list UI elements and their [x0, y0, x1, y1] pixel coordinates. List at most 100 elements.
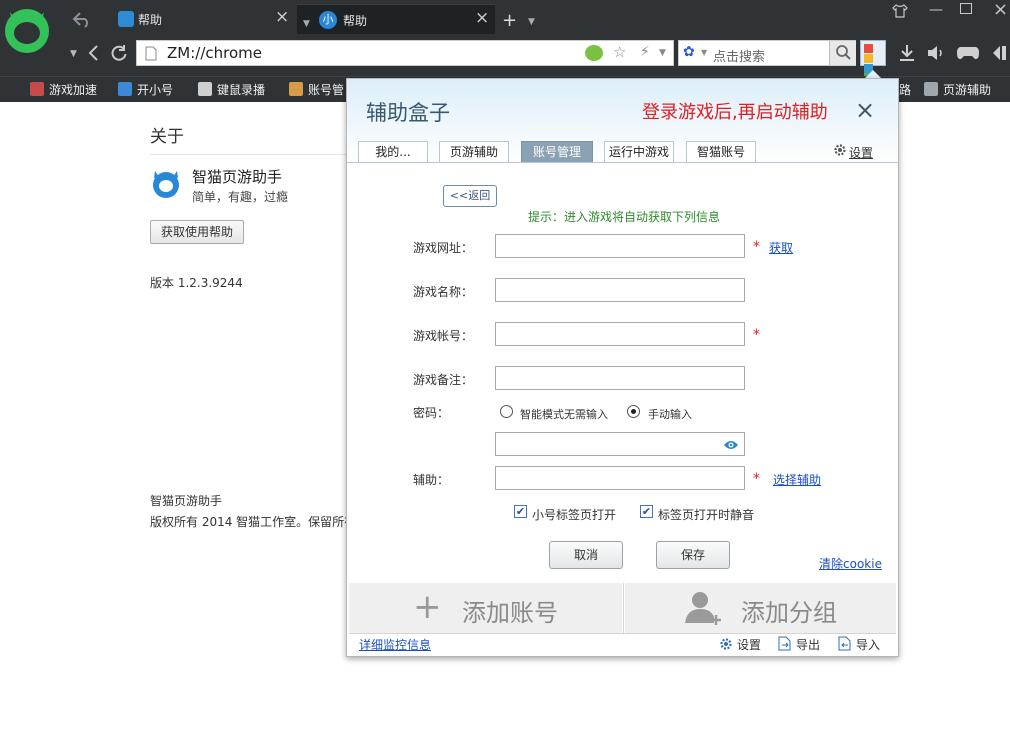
add-group-icon — [685, 592, 721, 625]
refresh-icon[interactable] — [110, 44, 128, 62]
skin-icon[interactable] — [892, 4, 908, 18]
rocket-icon — [30, 82, 44, 96]
back-history-icon[interactable] — [72, 10, 92, 28]
download-icon[interactable] — [898, 44, 916, 62]
plus-icon: + — [413, 587, 442, 627]
required-star: * — [753, 327, 760, 343]
password-label: 密码： — [413, 406, 450, 420]
select-assist-link[interactable]: 选择辅助 — [773, 471, 821, 488]
add-account-label: 添加账号 — [462, 599, 558, 627]
minimize-button[interactable]: — — [929, 2, 943, 18]
address-bar[interactable]: ZM://chrome ☆ ⚡ ▼ — [136, 40, 674, 66]
address-text[interactable]: ZM://chrome — [167, 44, 262, 62]
back-button[interactable]: <<返回 — [443, 185, 497, 207]
import-icon[interactable] — [838, 636, 852, 651]
copyright-text: 版权所有 2014 智猫工作室。保留所有 — [150, 515, 357, 529]
tab-favicon-icon — [118, 11, 134, 27]
smart-mode-label[interactable]: 智能模式无需输入 — [520, 406, 608, 422]
tab-help-1[interactable]: 帮助 × — [110, 4, 296, 34]
bookmark-account-manage[interactable]: 账号管 — [289, 81, 344, 99]
tab-my[interactable]: 我的... — [358, 141, 428, 163]
monitor-detail-link[interactable]: 详细监控信息 — [359, 636, 431, 653]
tab-help-2[interactable]: 小 帮助 × ▼ — [297, 4, 495, 34]
tab-close-icon[interactable]: × — [475, 8, 489, 28]
clear-cookie-link[interactable]: 清除cookie — [819, 555, 882, 572]
gear-icon[interactable] — [833, 143, 847, 157]
gamepad-icon[interactable] — [956, 45, 980, 61]
flash-icon[interactable]: ⚡ — [640, 44, 650, 60]
search-box[interactable]: ✿ ▼ 点击搜索 — [678, 40, 856, 66]
address-dropdown-icon[interactable]: ▼ — [659, 48, 666, 58]
tab-running-games[interactable]: 运行中游戏 — [604, 141, 674, 163]
fetch-link[interactable]: 获取 — [769, 239, 793, 256]
mute-on-open-label[interactable]: 标签页打开时静音 — [658, 506, 754, 523]
user-add-icon — [118, 82, 132, 96]
page-title: 关于 — [150, 127, 184, 147]
bookmark-input-recording[interactable]: 键鼠录播 — [198, 81, 265, 99]
footer-export[interactable]: 导出 — [796, 636, 820, 653]
tab-close-icon[interactable]: × — [275, 7, 289, 27]
game-account-input[interactable] — [495, 322, 745, 346]
version-text: 版本 1.2.3.9244 — [150, 276, 243, 290]
bookmark-partial-label[interactable]: 路 — [899, 81, 911, 99]
alt-account-tab-label[interactable]: 小号标签页打开 — [532, 506, 616, 523]
tab-strip-line — [347, 162, 898, 163]
tab-title: 帮助 — [343, 14, 368, 28]
game-note-input[interactable] — [495, 366, 745, 390]
export-icon[interactable] — [778, 636, 792, 651]
bookmark-open-alt-account[interactable]: 开小号 — [118, 81, 173, 99]
back-icon[interactable] — [86, 44, 102, 62]
get-help-button[interactable]: 获取使用帮助 — [150, 220, 244, 244]
add-divider — [623, 583, 624, 633]
eye-icon[interactable] — [723, 439, 739, 451]
popup-close-icon[interactable]: × — [855, 96, 875, 124]
search-button[interactable] — [829, 41, 856, 65]
sidebar-toggle-icon[interactable] — [990, 44, 1008, 62]
game-name-input[interactable] — [495, 278, 745, 302]
browser-logo-icon[interactable] — [2, 4, 52, 54]
password-input[interactable] — [495, 432, 745, 456]
tab-zhimao-account[interactable]: 智猫账号 — [686, 141, 756, 163]
footer-import[interactable]: 导入 — [856, 636, 880, 653]
checkbox-alt-account-tab[interactable]: ✔ — [514, 505, 527, 518]
popup-notice: 登录游戏后,再启动辅助 — [642, 102, 828, 123]
tab-account-manage[interactable]: 账号管理 — [521, 141, 593, 163]
manual-input-label[interactable]: 手动输入 — [648, 406, 692, 422]
clapper-icon — [198, 82, 212, 96]
add-account-button[interactable]: + 添加账号 — [349, 583, 622, 633]
cancel-button[interactable]: 取消 — [549, 541, 623, 569]
popup-header: 辅助盒子 登录游戏后,再启动辅助 × 我的... 页游辅助 账号管理 运行中游戏… — [347, 79, 898, 163]
browser-titlebar: 帮助 × 小 帮助 × ▼ + ▼ — × ▼ ZM://chrome ☆ ⚡ … — [0, 0, 1010, 82]
settings-link[interactable]: 设置 — [849, 144, 873, 161]
footer-settings[interactable]: 设置 — [737, 636, 761, 653]
tab-favicon-icon: 小 — [319, 11, 337, 29]
tab-dropdown-icon[interactable]: ▼ — [303, 19, 310, 29]
title-divider — [150, 154, 346, 155]
bookmark-game-accelerate[interactable]: 游戏加速 — [30, 81, 97, 99]
bookmark-webgame-assist[interactable]: 页游辅助 — [924, 81, 991, 99]
save-button[interactable]: 保存 — [656, 541, 730, 569]
radio-manual-input[interactable] — [627, 405, 640, 418]
assist-input[interactable] — [495, 466, 745, 490]
assist-box-popup: 辅助盒子 登录游戏后,再启动辅助 × 我的... 页游辅助 账号管理 运行中游戏… — [346, 78, 899, 657]
window-close-button[interactable]: × — [993, 0, 1008, 20]
volume-icon[interactable] — [926, 44, 946, 62]
game-url-input[interactable] — [495, 234, 745, 258]
gear-icon[interactable] — [719, 637, 733, 651]
new-tab-button[interactable]: + — [502, 10, 517, 31]
tab-list-icon[interactable]: ▼ — [528, 17, 535, 27]
checkbox-mute-on-open[interactable]: ✔ — [640, 505, 653, 518]
wechat-icon[interactable] — [585, 45, 603, 61]
popup-footer-line — [349, 633, 896, 634]
baidu-paw-icon[interactable]: ✿ — [683, 44, 695, 60]
radio-smart-mode[interactable] — [500, 405, 513, 418]
star-icon[interactable]: ☆ — [613, 43, 626, 61]
search-engine-dropdown-icon[interactable]: ▼ — [701, 48, 707, 57]
assist-box-extension-button[interactable] — [860, 40, 886, 82]
maximize-button[interactable] — [960, 3, 972, 14]
radio-dot — [631, 409, 636, 414]
search-input[interactable]: 点击搜索 — [713, 46, 765, 65]
add-group-button[interactable]: 添加分组 — [625, 583, 896, 633]
nav-menu-dropdown-icon[interactable]: ▼ — [70, 49, 77, 59]
tab-webgame-assist[interactable]: 页游辅助 — [439, 141, 509, 163]
